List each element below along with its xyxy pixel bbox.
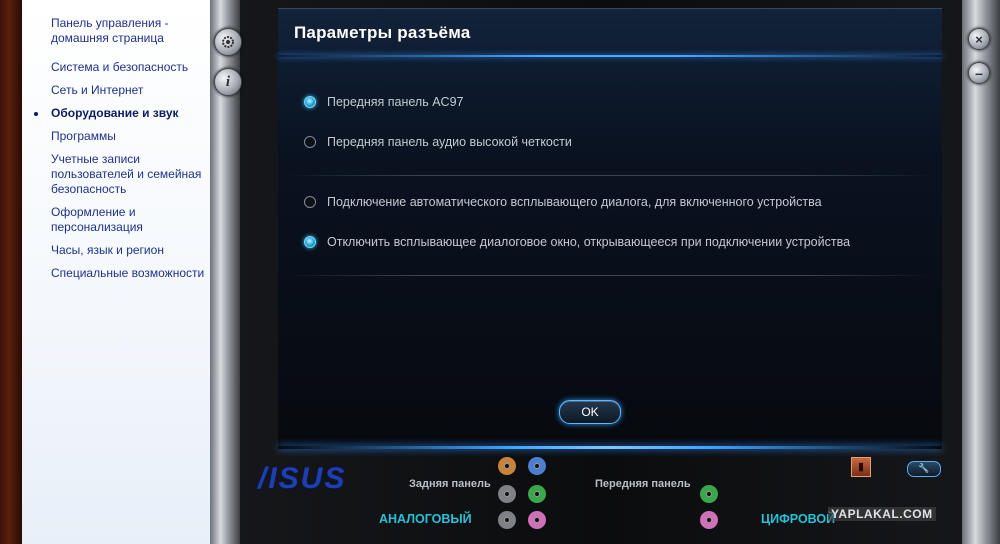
sidebar-item-accessibility[interactable]: Специальные возможности: [22, 266, 210, 281]
option-ac97-front-panel[interactable]: Передняя панель AC97: [304, 95, 463, 109]
front-jack-pink[interactable]: [700, 511, 718, 529]
sidebar-item-user-accounts[interactable]: Учетные записи пользователей и семейная …: [22, 152, 210, 197]
minimize-icon[interactable]: –: [968, 62, 990, 84]
sidebar-item-home[interactable]: Панель управления - домашняя страница: [22, 16, 210, 46]
info-icon[interactable]: i: [214, 68, 242, 96]
dialog-title: Параметры разъёма: [294, 23, 471, 42]
section-divider: [286, 175, 934, 176]
digital-output-icon[interactable]: ▮: [851, 457, 871, 477]
asus-logo: /ISUS: [258, 462, 347, 495]
front-panel-label: Передняя панель: [595, 478, 691, 490]
option-enable-auto-popup[interactable]: Подключение автоматического всплывающего…: [304, 195, 822, 209]
radio-hd-audio[interactable]: [304, 136, 316, 148]
bottom-glow-line: [278, 446, 942, 449]
rear-jack-green[interactable]: [528, 485, 546, 503]
option-label: Передняя панель аудио высокой четкости: [327, 135, 572, 149]
rear-jack-pink[interactable]: [528, 511, 546, 529]
sidebar-item-network[interactable]: Сеть и Интернет: [22, 83, 210, 98]
section-divider: [286, 275, 934, 276]
wrench-icon[interactable]: 🔧: [907, 461, 941, 477]
close-icon[interactable]: ×: [968, 28, 990, 50]
digital-label: ЦИФРОВОЙ: [761, 512, 836, 526]
ok-button[interactable]: OK: [559, 400, 621, 424]
radio-ac97[interactable]: [304, 96, 316, 108]
sidebar-item-hardware-sound[interactable]: Оборудование и звук: [22, 106, 210, 121]
sidebar-item-clock-language[interactable]: Часы, язык и регион: [22, 243, 210, 258]
rear-jack-gray[interactable]: [498, 485, 516, 503]
option-label: Отключить всплывающее диалоговое окно, о…: [327, 235, 851, 249]
desktop-background: [0, 0, 22, 544]
sidebar-item-programs[interactable]: Программы: [22, 129, 210, 144]
rear-jack-blue[interactable]: [528, 457, 546, 475]
right-rail: × –: [962, 0, 1000, 544]
front-jack-green[interactable]: [700, 485, 718, 503]
watermark: YAPLAKAL.COM: [828, 507, 936, 521]
title-divider: [278, 55, 942, 57]
control-panel-sidebar: Панель управления - домашняя страница Си…: [22, 0, 211, 544]
connector-settings-panel: Параметры разъёма Передняя панель AC97 П…: [278, 8, 942, 449]
radio-disable-popup[interactable]: [304, 236, 316, 248]
option-label: Подключение автоматического всплывающего…: [327, 195, 822, 209]
radio-enable-popup[interactable]: [304, 196, 316, 208]
option-label: Передняя панель AC97: [327, 95, 464, 109]
gear-icon[interactable]: [214, 28, 242, 56]
left-rail: i: [210, 0, 242, 544]
sidebar-item-appearance[interactable]: Оформление и персонализация: [22, 205, 210, 235]
rear-jack-black[interactable]: [498, 511, 516, 529]
option-hd-audio-front-panel[interactable]: Передняя панель аудио высокой четкости: [304, 135, 572, 149]
analog-label: АНАЛОГОВЫЙ: [379, 512, 472, 526]
rear-panel-label: Задняя панель: [409, 478, 491, 490]
option-disable-popup[interactable]: Отключить всплывающее диалоговое окно, о…: [304, 235, 850, 249]
sidebar-item-system-security[interactable]: Система и безопасность: [22, 60, 210, 75]
asus-audio-window: i × – Параметры разъёма Передняя панель …: [210, 0, 1000, 544]
rear-jack-orange[interactable]: [498, 457, 516, 475]
